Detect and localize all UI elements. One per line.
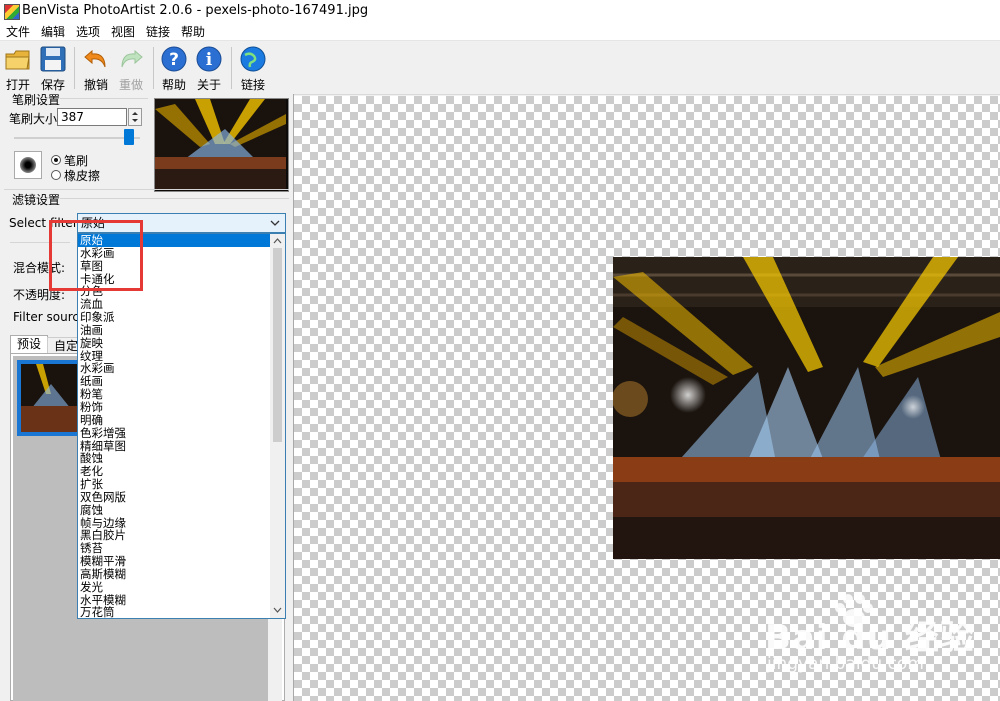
dropdown-option[interactable]: 水彩画: [78, 362, 270, 375]
redo-button[interactable]: 重做: [114, 43, 148, 92]
menu-view[interactable]: 视图: [111, 23, 135, 40]
about-button[interactable]: i 关于: [192, 43, 226, 92]
watermark-url: jingyan.baidu.com: [767, 654, 924, 674]
concert-photo-thumbnail: [155, 99, 286, 189]
globe-icon: [240, 46, 266, 72]
highlight-annotation-box: [49, 220, 143, 291]
tab-presets[interactable]: 预设: [10, 335, 48, 354]
brush-size-input[interactable]: 387: [57, 108, 127, 126]
undo-icon: [84, 49, 106, 68]
app-icon: [4, 4, 20, 20]
redo-icon: [121, 49, 143, 68]
info-icon: i: [196, 46, 222, 72]
dropdown-option[interactable]: 双色网版: [78, 491, 270, 504]
brush-size-slider-track[interactable]: [14, 137, 140, 139]
window-title: BenVista PhotoArtist 2.0.6 - pexels-phot…: [22, 3, 369, 18]
dropdown-option[interactable]: 发光: [78, 580, 270, 594]
concert-photo: [613, 257, 1000, 559]
dropdown-option[interactable]: 旋映: [78, 336, 270, 350]
menu-link[interactable]: 链接: [146, 23, 170, 40]
baidu-watermark: Bai du 经验 jingyan.baidu.com: [765, 590, 995, 680]
folder-open-icon: [5, 50, 30, 70]
dropdown-option[interactable]: 酸蚀: [78, 452, 270, 465]
dropdown-option[interactable]: 纸画: [78, 375, 270, 388]
dropdown-option[interactable]: 黑白胶片: [78, 529, 270, 542]
group-divider: [60, 98, 148, 99]
brush-size-label: 笔刷大小:: [9, 112, 62, 126]
scroll-up-icon[interactable]: [273, 238, 282, 244]
svg-text:i: i: [206, 50, 213, 70]
concert-photo-image: [613, 257, 1000, 559]
dropdown-option[interactable]: 印象派: [78, 311, 270, 324]
navigator-thumbnail[interactable]: [154, 98, 289, 192]
dropdown-option[interactable]: 高斯模糊: [78, 568, 270, 581]
save-button[interactable]: 保存: [36, 43, 70, 92]
chevron-down-icon: [270, 220, 280, 226]
group-divider: [4, 189, 289, 190]
watermark-brand: Bai du 经验: [765, 618, 975, 658]
brush-size-slider-thumb[interactable]: [124, 129, 134, 145]
brush-settings-label: 笔刷设置: [12, 93, 61, 107]
menu-edit[interactable]: 编辑: [41, 23, 65, 40]
toolbar: 打开 保存 撤销 重做 ? 帮助 i 关于 链接: [0, 41, 1000, 95]
scroll-down-icon[interactable]: [273, 607, 282, 613]
dropdown-scrollbar[interactable]: [270, 234, 285, 618]
brush-preview: [14, 151, 42, 179]
svg-text:?: ?: [169, 50, 179, 70]
dropdown-option[interactable]: 粉饰: [78, 401, 270, 414]
undo-button[interactable]: 撤销: [79, 43, 113, 92]
dropdown-option[interactable]: 明确: [78, 413, 270, 427]
filter-settings-label: 滤镜设置: [12, 193, 61, 207]
group-divider: [60, 198, 289, 199]
menu-bar: 文件 编辑 选项 视图 链接 帮助: [0, 22, 1000, 41]
link-button[interactable]: 链接: [236, 43, 270, 92]
dropdown-option[interactable]: 老化: [78, 465, 270, 478]
floppy-disk-icon: [40, 46, 66, 72]
spinner-arrows-icon: [132, 112, 138, 122]
dropdown-option[interactable]: 万花筒: [78, 606, 270, 618]
brush-size-spinner[interactable]: [128, 108, 142, 126]
radio-brush[interactable]: [51, 155, 61, 165]
dropdown-option[interactable]: 精细草图: [78, 439, 270, 453]
dropdown-option[interactable]: 色彩增强: [78, 426, 270, 440]
preset-thumbnail-selected[interactable]: [17, 360, 83, 436]
title-bar: BenVista PhotoArtist 2.0.6 - pexels-phot…: [0, 0, 1000, 22]
dropdown-option[interactable]: 模糊平滑: [78, 555, 270, 568]
help-icon: ?: [161, 46, 187, 72]
help-button[interactable]: ? 帮助: [157, 43, 191, 92]
dropdown-option[interactable]: 扩张: [78, 478, 270, 491]
menu-options[interactable]: 选项: [76, 23, 100, 40]
concert-photo-preset: [21, 364, 79, 432]
menu-help[interactable]: 帮助: [181, 23, 205, 40]
dropdown-scroll-thumb[interactable]: [273, 248, 282, 442]
dropdown-option[interactable]: 粉笔: [78, 388, 270, 401]
dropdown-options: 原始 水彩画 草图 卡通化 分色 流血 印象派 油画 旋映 纹理 水彩画 纸画 粉笔 粉饰 明确 色彩增强 精细…: [78, 234, 270, 618]
dropdown-option[interactable]: 腐蚀: [78, 503, 270, 517]
open-button[interactable]: 打开: [1, 43, 35, 92]
radio-eraser[interactable]: [51, 170, 61, 180]
radio-eraser-label: 橡皮擦: [64, 169, 101, 183]
dropdown-option[interactable]: 油画: [78, 324, 270, 337]
menu-file[interactable]: 文件: [6, 23, 30, 40]
brush-dot-icon: [20, 157, 36, 173]
